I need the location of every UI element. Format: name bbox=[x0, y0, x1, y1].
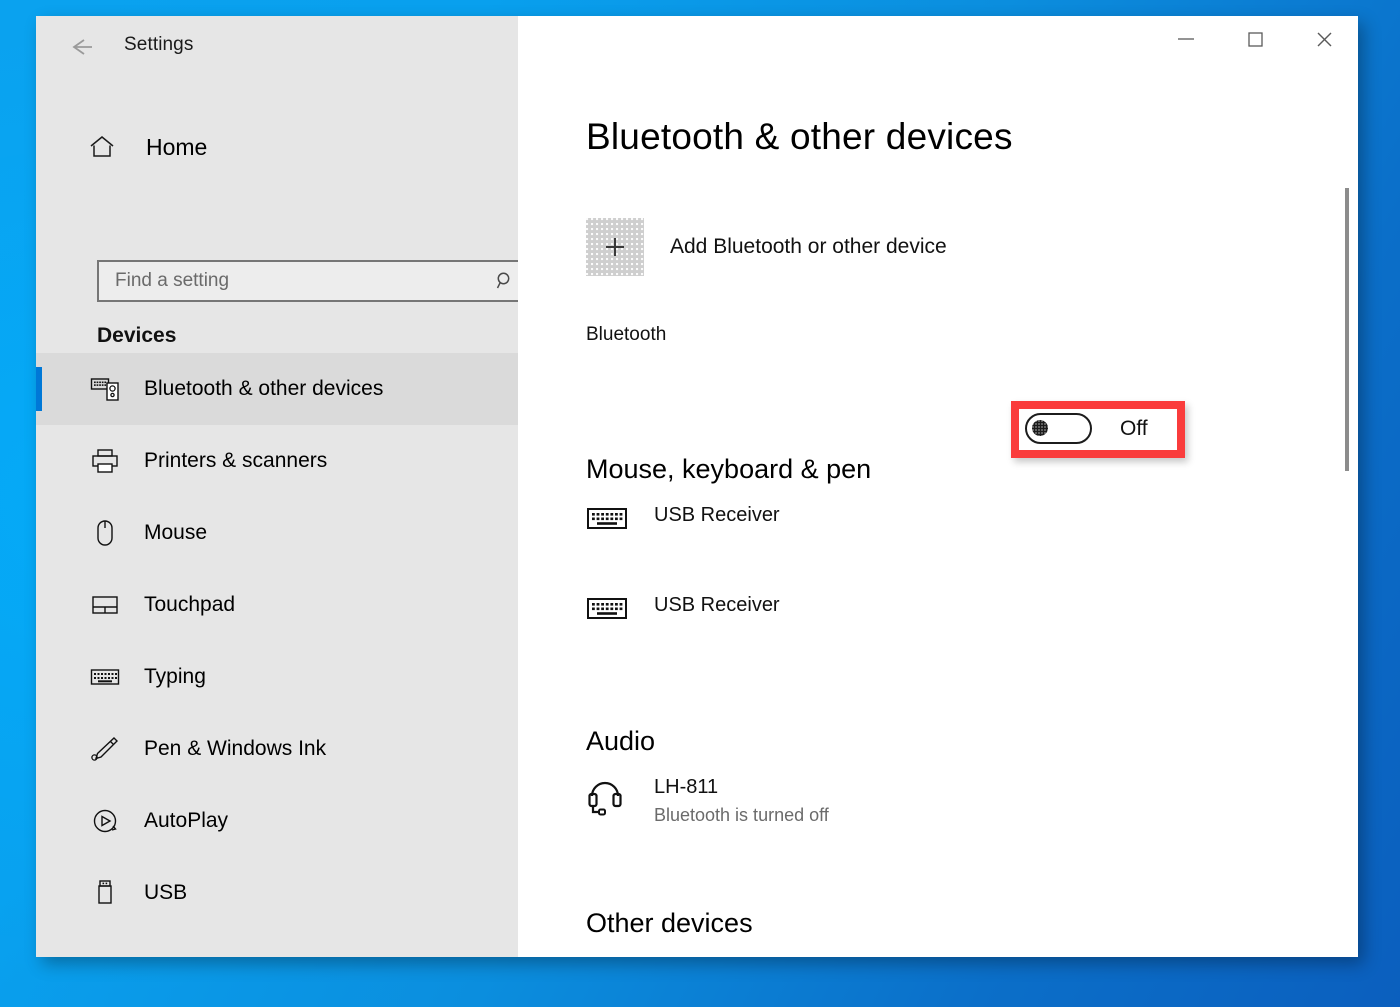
mouse-icon bbox=[88, 519, 122, 547]
close-icon[interactable] bbox=[1289, 16, 1358, 62]
minimize-icon[interactable] bbox=[1151, 16, 1220, 62]
sidebar-item-pen-windows-ink[interactable]: Pen & Windows Ink bbox=[36, 713, 518, 785]
toggle-switch-knob bbox=[1032, 420, 1048, 436]
scrollbar-thumb[interactable] bbox=[1345, 188, 1349, 471]
device-text: USB Receiver bbox=[654, 592, 780, 618]
search-box[interactable] bbox=[97, 260, 527, 302]
search-input[interactable] bbox=[113, 269, 485, 293]
sidebar-item-label: Mouse bbox=[144, 521, 207, 545]
device-name: USB Receiver bbox=[654, 594, 780, 616]
headset-icon bbox=[586, 774, 638, 820]
device-text: Apple iPhone bbox=[654, 956, 773, 957]
content-scrollbar[interactable] bbox=[1342, 78, 1354, 957]
window-title: Settings bbox=[124, 34, 193, 56]
bluetooth-label: Bluetooth bbox=[586, 324, 666, 346]
group-heading-mouse-keyboard-pen: Mouse, keyboard & pen bbox=[586, 454, 871, 485]
content-pane: Bluetooth & other devices Add Bluetooth … bbox=[518, 78, 1358, 957]
keyboard-icon bbox=[586, 502, 638, 532]
sidebar-nav-list: Bluetooth & other devices Printers & sca… bbox=[36, 353, 518, 929]
page-title: Bluetooth & other devices bbox=[586, 116, 1013, 158]
device-row-usb-receiver-1[interactable]: USB Receiver bbox=[586, 502, 780, 532]
plus-icon bbox=[586, 218, 644, 276]
home-icon bbox=[88, 134, 128, 160]
sidebar-item-usb[interactable]: USB bbox=[36, 857, 518, 929]
sidebar-item-label: Printers & scanners bbox=[144, 449, 327, 473]
bluetooth-toggle-state: Off bbox=[1120, 417, 1148, 441]
device-row-apple-iphone[interactable]: Apple iPhone bbox=[586, 956, 773, 957]
sidebar-item-label: AutoPlay bbox=[144, 809, 228, 833]
sidebar-item-typing[interactable]: Typing bbox=[36, 641, 518, 713]
pen-icon bbox=[88, 735, 122, 763]
sidebar-item-autoplay[interactable]: AutoPlay bbox=[36, 785, 518, 857]
printer-icon bbox=[88, 447, 122, 475]
sidebar-item-printers-scanners[interactable]: Printers & scanners bbox=[36, 425, 518, 497]
sidebar-item-label: USB bbox=[144, 881, 187, 905]
sidebar-item-touchpad[interactable]: Touchpad bbox=[36, 569, 518, 641]
bluetooth-toggle[interactable]: Off bbox=[1025, 413, 1148, 444]
keyboard-icon bbox=[88, 667, 122, 687]
toggle-switch-track[interactable] bbox=[1025, 413, 1092, 444]
touchpad-icon bbox=[88, 593, 122, 617]
settings-window: Settings bbox=[36, 16, 1358, 957]
sidebar-item-label: Pen & Windows Ink bbox=[144, 737, 326, 761]
maximize-icon[interactable] bbox=[1220, 16, 1289, 62]
device-name: LH-811 bbox=[654, 774, 829, 800]
sidebar-item-label: Typing bbox=[144, 665, 206, 689]
back-arrow-icon[interactable] bbox=[62, 32, 102, 62]
sidebar-category-label: Devices bbox=[97, 324, 176, 348]
sidebar-item-home[interactable]: Home bbox=[36, 123, 518, 171]
autoplay-icon bbox=[88, 807, 122, 835]
sidebar-home-label: Home bbox=[146, 134, 207, 161]
title-bar-left bbox=[36, 16, 518, 78]
add-device-label: Add Bluetooth or other device bbox=[670, 235, 947, 259]
device-row-usb-receiver-2[interactable]: USB Receiver bbox=[586, 592, 780, 622]
sidebar-item-bluetooth-other-devices[interactable]: Bluetooth & other devices bbox=[36, 353, 518, 425]
title-bar: Settings bbox=[36, 16, 1358, 78]
device-text: LH-811 Bluetooth is turned off bbox=[654, 774, 829, 828]
keyboard-icon bbox=[586, 592, 638, 622]
add-device-button[interactable]: Add Bluetooth or other device bbox=[586, 218, 947, 276]
group-heading-audio: Audio bbox=[586, 726, 655, 757]
group-heading-other-devices: Other devices bbox=[586, 908, 753, 939]
bluetooth-devices-icon bbox=[88, 375, 122, 403]
sidebar-item-label: Bluetooth & other devices bbox=[144, 377, 383, 401]
usb-icon bbox=[88, 879, 122, 907]
device-text: USB Receiver bbox=[654, 502, 780, 528]
phone-icon bbox=[586, 956, 638, 957]
sidebar-item-label: Touchpad bbox=[144, 593, 235, 617]
device-status: Bluetooth is turned off bbox=[654, 802, 829, 828]
device-name: USB Receiver bbox=[654, 504, 780, 526]
device-row-lh-811[interactable]: LH-811 Bluetooth is turned off bbox=[586, 774, 829, 828]
window-controls bbox=[1151, 16, 1358, 78]
sidebar-item-mouse[interactable]: Mouse bbox=[36, 497, 518, 569]
sidebar: Home Devices bbox=[36, 78, 518, 957]
